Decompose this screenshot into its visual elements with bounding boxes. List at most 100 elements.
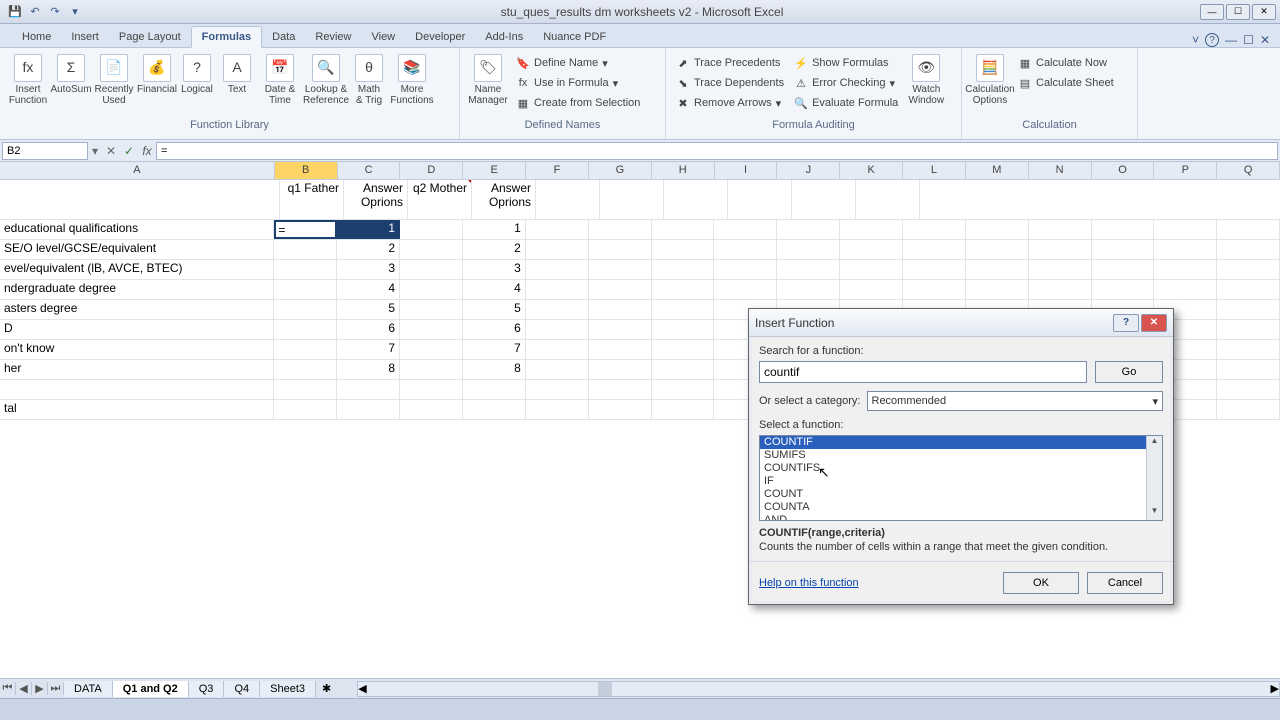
insert-function-button[interactable]: fxInsertFunction [6, 50, 50, 106]
cell[interactable] [274, 340, 337, 359]
cell[interactable] [903, 280, 966, 299]
tab-data[interactable]: Data [262, 27, 305, 47]
cell[interactable] [526, 220, 589, 239]
dialog-close-button[interactable]: ✕ [1141, 314, 1167, 332]
cell[interactable] [274, 240, 337, 259]
col-header-i[interactable]: I [715, 162, 778, 179]
cell[interactable] [652, 240, 715, 259]
cell[interactable] [777, 260, 840, 279]
calculate-now-button[interactable]: ▦Calculate Now [1014, 54, 1118, 72]
cell[interactable] [966, 240, 1029, 259]
cell[interactable] [1154, 280, 1217, 299]
col-header-d[interactable]: D [400, 162, 463, 179]
cell[interactable] [600, 180, 664, 219]
cell[interactable]: 3 [337, 260, 400, 279]
cell[interactable] [589, 380, 652, 399]
function-item-counta[interactable]: COUNTA [760, 501, 1162, 514]
cell[interactable] [463, 380, 526, 399]
cell[interactable] [1029, 260, 1092, 279]
sheet-nav-next-icon[interactable]: ▶ [32, 682, 48, 695]
cell[interactable] [652, 400, 715, 419]
financial-button[interactable]: 💰Financial [138, 50, 176, 95]
sheet-tab-q3[interactable]: Q3 [189, 681, 225, 697]
cell[interactable]: q2 Mother [408, 180, 472, 219]
cell[interactable] [714, 240, 777, 259]
col-header-n[interactable]: N [1029, 162, 1092, 179]
cell[interactable] [792, 180, 856, 219]
date-time-button[interactable]: 📅Date &Time [258, 50, 302, 106]
cell[interactable]: 8 [463, 360, 526, 379]
cell[interactable] [400, 400, 463, 419]
col-header-b[interactable]: B [275, 162, 338, 179]
scroll-up-icon[interactable]: ▲ [1147, 436, 1162, 450]
cell[interactable] [714, 260, 777, 279]
col-header-j[interactable]: J [777, 162, 840, 179]
cell[interactable] [589, 320, 652, 339]
scroll-thumb[interactable] [598, 682, 612, 696]
cell[interactable] [1092, 220, 1155, 239]
calculate-sheet-button[interactable]: ▤Calculate Sheet [1014, 74, 1118, 92]
ok-button[interactable]: OK [1003, 572, 1079, 594]
cell[interactable]: 4 [463, 280, 526, 299]
cell[interactable] [652, 280, 715, 299]
cancel-button[interactable]: Cancel [1087, 572, 1163, 594]
cell[interactable]: 6 [463, 320, 526, 339]
cell[interactable] [903, 260, 966, 279]
cell[interactable] [903, 240, 966, 259]
col-header-e[interactable]: E [463, 162, 526, 179]
show-formulas-button[interactable]: ⚡Show Formulas [790, 54, 902, 72]
cell[interactable] [400, 240, 463, 259]
cell[interactable] [0, 380, 274, 399]
define-name-button[interactable]: 🔖Define Name ▾ [512, 54, 644, 72]
cell[interactable]: 7 [337, 340, 400, 359]
tab-developer[interactable]: Developer [405, 27, 475, 47]
logical-button[interactable]: ?Logical [178, 50, 216, 95]
cell[interactable]: 8 [337, 360, 400, 379]
cell[interactable] [777, 240, 840, 259]
cell[interactable]: 5 [463, 300, 526, 319]
cell[interactable] [526, 240, 589, 259]
col-header-g[interactable]: G [589, 162, 652, 179]
col-header-a[interactable]: A [0, 162, 275, 179]
cell[interactable] [903, 220, 966, 239]
cell[interactable] [274, 320, 337, 339]
cell[interactable] [1154, 220, 1217, 239]
cell[interactable] [526, 320, 589, 339]
ribbon-minimize-icon[interactable]: — [1225, 33, 1237, 47]
cell[interactable] [526, 380, 589, 399]
col-header-q[interactable]: Q [1217, 162, 1280, 179]
cell[interactable]: asters degree [0, 300, 274, 319]
sheet-nav-first-icon[interactable]: ⏮ [0, 682, 16, 695]
cell[interactable] [589, 260, 652, 279]
evaluate-formula-button[interactable]: 🔍Evaluate Formula [790, 94, 902, 112]
cell[interactable] [536, 180, 600, 219]
cell[interactable] [777, 280, 840, 299]
cell[interactable] [1029, 220, 1092, 239]
cell[interactable] [274, 400, 337, 419]
cell[interactable] [1217, 320, 1280, 339]
cell[interactable] [1154, 240, 1217, 259]
cell[interactable] [1092, 260, 1155, 279]
cell[interactable]: tal [0, 400, 274, 419]
cell[interactable] [526, 300, 589, 319]
horizontal-scrollbar[interactable]: ◀ ▶ [357, 681, 1280, 697]
sheet-nav-prev-icon[interactable]: ◀ [16, 682, 32, 695]
cell[interactable]: Answer Oprions [344, 180, 408, 219]
cell[interactable] [463, 400, 526, 419]
cell[interactable]: 7 [463, 340, 526, 359]
col-header-h[interactable]: H [652, 162, 715, 179]
cell[interactable] [1217, 340, 1280, 359]
trace-dependents-button[interactable]: ⬊Trace Dependents [672, 74, 788, 92]
cell[interactable]: educational qualifications [0, 220, 274, 239]
maximize-button[interactable]: ☐ [1226, 4, 1250, 20]
cell[interactable] [589, 220, 652, 239]
tab-review[interactable]: Review [305, 27, 361, 47]
cell[interactable] [1217, 280, 1280, 299]
minimize-ribbon-icon[interactable]: ˅ [1192, 33, 1199, 47]
col-header-l[interactable]: L [903, 162, 966, 179]
cell[interactable] [664, 180, 728, 219]
cell[interactable]: 6 [337, 320, 400, 339]
cell[interactable] [652, 220, 715, 239]
cell[interactable] [400, 360, 463, 379]
redo-icon[interactable]: ↷ [46, 3, 64, 21]
